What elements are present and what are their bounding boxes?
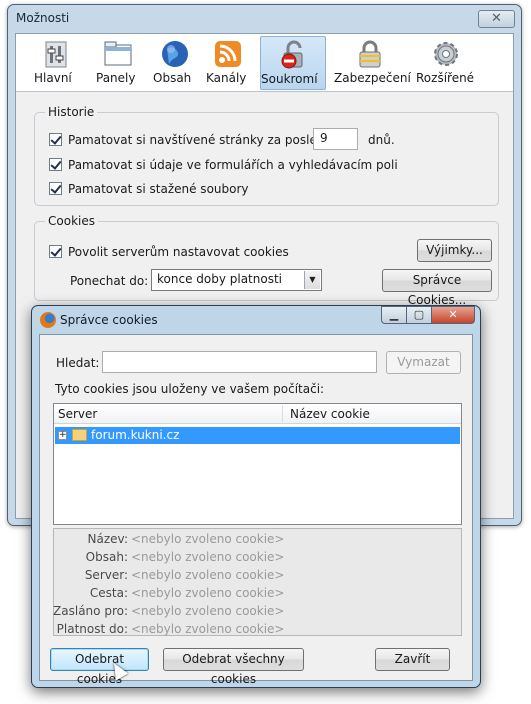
dialog-close-button[interactable]: ✕ [431, 306, 475, 324]
cookie-details: Název: <nebylo zvoleno cookie> Obsah: <n… [53, 528, 462, 636]
column-separator[interactable] [282, 406, 283, 422]
remember-forms-checkbox[interactable]: Pamatovat si údaje ve formulářích a vyhl… [49, 158, 398, 172]
tab-label: Panely [96, 71, 136, 85]
clear-search-button[interactable]: Vymazat [386, 351, 461, 374]
cookie-manager-dialog: Správce cookies ▁ ▢ ✕ Hledat: Vymazat Ty… [31, 305, 481, 688]
cookie-manager-button[interactable]: Správce Cookies... [382, 269, 492, 307]
days-unit-label: dnů. [368, 133, 395, 147]
detail-row-path: Cesta: <nebylo zvoleno cookie> [54, 586, 463, 604]
tree-header: Server Název cookie [54, 404, 461, 424]
cookies-group-title: Cookies [45, 214, 98, 228]
detail-key: Název: [87, 532, 129, 546]
exceptions-button[interactable]: Výjimky... [417, 239, 492, 262]
options-toolbar: Hlavní Panely Obsah Kanály Soukromí Zabe… [16, 34, 513, 92]
keep-until-value: konce doby platnosti [157, 272, 283, 286]
dialog-title: Správce cookies [60, 313, 158, 327]
tab-obsah[interactable]: Obsah [153, 36, 197, 90]
tab-label: Rozšířené [416, 71, 475, 85]
remember-visited-checkbox[interactable]: Pamatovat si navštívené stránky za posle… [49, 133, 350, 147]
allow-cookies-checkbox[interactable]: Povolit serverům nastavovat cookies [49, 245, 289, 259]
tab-panely[interactable]: Panely [96, 36, 140, 90]
tab-label: Zabezpečení [334, 71, 411, 85]
detail-value: <nebylo zvoleno cookie> [131, 550, 285, 564]
folder-icon [72, 429, 87, 441]
tabs-icon [104, 41, 132, 66]
detail-key: Server: [84, 568, 128, 582]
rss-icon [215, 41, 241, 67]
detail-row-sent-for: Zasláno pro: <nebylo zvoleno cookie> [53, 604, 463, 622]
window-title: Možnosti [16, 11, 70, 25]
switches-icon [45, 41, 67, 68]
dialog-client: Hledat: Vymazat Tyto cookies jsou uložen… [39, 334, 473, 686]
detail-key: Platnost do: [56, 622, 128, 636]
chevron-down-icon[interactable]: ▼ [304, 271, 320, 289]
detail-row-name: Název: <nebylo zvoleno cookie> [54, 532, 463, 550]
remember-downloads-checkbox[interactable]: Pamatovat si stažené soubory [49, 182, 249, 196]
tab-hlavni[interactable]: Hlavní [34, 36, 78, 90]
detail-key: Zasláno pro: [53, 604, 128, 618]
detail-row-server: Server: <nebylo zvoleno cookie> [54, 568, 463, 586]
lock-icon [281, 40, 303, 69]
keep-until-label: Ponechat do: [70, 274, 149, 288]
checkbox-label: Povolit serverům nastavovat cookies [68, 245, 289, 259]
checkbox-box[interactable] [49, 182, 62, 195]
search-label: Hledat: [56, 356, 100, 370]
table-row[interactable]: + forum.kukni.cz [55, 427, 460, 444]
days-input[interactable]: 9 [313, 128, 358, 150]
checkbox-box[interactable] [49, 158, 62, 171]
padlock-icon [359, 40, 381, 68]
tab-kanaly[interactable]: Kanály [206, 36, 250, 90]
tab-rozsirene[interactable]: Rozšířené [416, 36, 476, 90]
detail-key: Cesta: [89, 586, 128, 600]
tab-zabezpeceni[interactable]: Zabezpečení [334, 36, 411, 90]
maximize-button[interactable]: ▢ [406, 306, 432, 324]
detail-value: <nebylo zvoleno cookie> [131, 532, 285, 546]
checkbox-label: Pamatovat si navštívené stránky za posle… [68, 133, 350, 147]
firefox-icon [40, 312, 56, 328]
cookies-info-text: Tyto cookies jsou uloženy ve vašem počít… [55, 382, 325, 396]
tab-label: Hlavní [34, 71, 72, 85]
cookies-tree[interactable]: Server Název cookie + forum.kukni.cz [53, 403, 462, 525]
tab-label: Soukromí [261, 72, 318, 86]
detail-value: <nebylo zvoleno cookie> [131, 622, 285, 636]
detail-row-content: Obsah: <nebylo zvoleno cookie> [54, 550, 463, 568]
checkbox-box[interactable] [49, 245, 62, 258]
minimize-button[interactable]: ▁ [381, 306, 407, 324]
column-cookie-name[interactable]: Název cookie [290, 407, 370, 421]
detail-key: Obsah: [85, 550, 128, 564]
history-group: Historie Pamatovat si navštívené stránky… [34, 105, 499, 206]
search-input[interactable] [102, 351, 377, 373]
detail-value: <nebylo zvoleno cookie> [131, 568, 285, 582]
globe-icon [162, 41, 188, 67]
remove-cookies-button[interactable]: Odebrat cookies [50, 648, 149, 686]
tab-soukromi[interactable]: Soukromí [260, 36, 326, 90]
checkbox-box[interactable] [49, 133, 62, 146]
checkbox-label: Pamatovat si stažené soubory [68, 182, 249, 196]
column-server[interactable]: Server [58, 407, 97, 421]
window-close-button[interactable]: ✕ [478, 10, 515, 28]
cookies-group: Cookies Povolit serverům nastavovat cook… [34, 214, 499, 307]
gear-icon [434, 42, 458, 66]
row-server: forum.kukni.cz [91, 428, 180, 442]
detail-value: <nebylo zvoleno cookie> [131, 586, 285, 600]
detail-row-expires: Platnost do: <nebylo zvoleno cookie> [54, 622, 463, 640]
detail-value: <nebylo zvoleno cookie> [131, 604, 285, 618]
expand-icon[interactable]: + [58, 431, 67, 440]
keep-until-select[interactable]: konce doby platnosti ▼ [151, 269, 322, 291]
remove-all-cookies-button[interactable]: Odebrat všechny cookies [163, 648, 304, 686]
close-dialog-button[interactable]: Zavřít [375, 648, 450, 671]
history-group-title: Historie [45, 105, 98, 119]
tab-label: Kanály [206, 71, 247, 85]
checkbox-label: Pamatovat si údaje ve formulářích a vyhl… [68, 158, 398, 172]
tab-label: Obsah [153, 71, 192, 85]
